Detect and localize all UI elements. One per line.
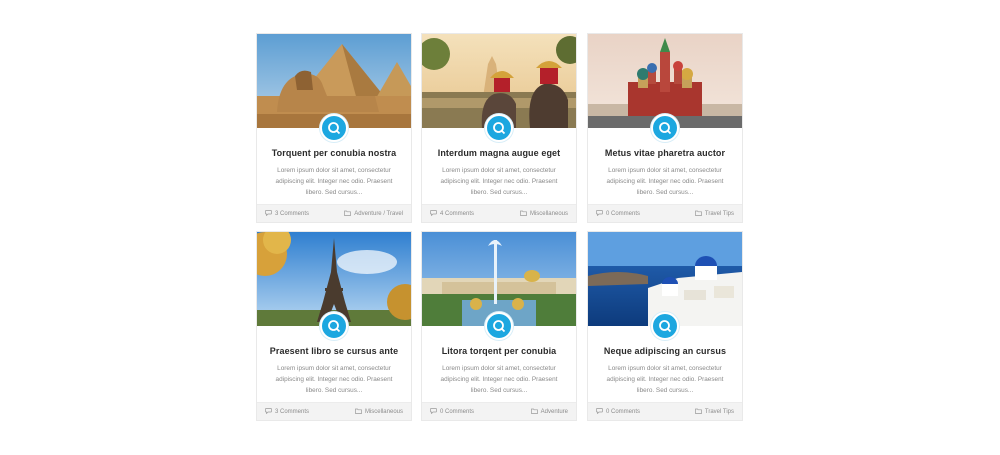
post-excerpt: Lorem ipsum dolor sit amet, consectetur … <box>606 365 724 394</box>
folder-icon <box>520 210 527 216</box>
post-footer: 0 Comments Travel Tips <box>588 402 742 420</box>
comment-icon <box>265 210 272 216</box>
category-link[interactable]: Travel Tips <box>695 408 734 415</box>
comments-link[interactable]: 0 Comments <box>430 408 474 415</box>
comment-icon <box>265 408 272 414</box>
quote-icon <box>328 320 341 333</box>
post-title[interactable]: Neque adipiscing an cursus <box>588 346 742 356</box>
post-excerpt: Lorem ipsum dolor sit amet, consectetur … <box>606 167 724 196</box>
folder-icon <box>355 408 362 414</box>
folder-icon <box>695 210 702 216</box>
post-excerpt: Lorem ipsum dolor sit amet, consectetur … <box>275 365 393 394</box>
category-label: Travel Tips <box>704 211 734 217</box>
post-excerpt: Lorem ipsum dolor sit amet, consectetur … <box>440 365 558 394</box>
post-excerpt: Lorem ipsum dolor sit amet, consectetur … <box>440 167 558 196</box>
comments-count: 3 Comments <box>275 211 310 217</box>
comments-link[interactable]: 0 Comments <box>596 408 640 415</box>
quote-icon <box>493 320 506 333</box>
post-footer: 3 Comments Adventure / Travel <box>257 204 411 222</box>
comments-count: 0 Comments <box>606 409 641 415</box>
post-title[interactable]: Torquent per conubia nostra <box>257 148 411 158</box>
comments-count: 0 Comments <box>606 211 641 217</box>
quote-icon <box>659 122 672 135</box>
comments-count: 0 Comments <box>440 409 475 415</box>
comments-link[interactable]: 4 Comments <box>430 210 474 217</box>
post-title[interactable]: Interdum magna augue eget <box>422 148 576 158</box>
post-format-badge <box>651 312 679 340</box>
post-title[interactable]: Metus vitae pharetra auctor <box>588 148 742 158</box>
post-title[interactable]: Litora torqent per conubia <box>422 346 576 356</box>
post-excerpt: Lorem ipsum dolor sit amet, consectetur … <box>275 167 393 196</box>
post-card[interactable]: Litora torqent per conubia Lorem ipsum d… <box>421 231 577 421</box>
comment-icon <box>596 210 603 216</box>
comment-icon <box>430 408 437 414</box>
comments-link[interactable]: 0 Comments <box>596 210 640 217</box>
post-format-badge <box>485 312 513 340</box>
post-card[interactable]: Interdum magna augue eget Lorem ipsum do… <box>421 33 577 223</box>
post-footer: 0 Comments Adventure <box>422 402 576 420</box>
post-footer: 4 Comments Miscellaneous <box>422 204 576 222</box>
post-format-badge <box>651 114 679 142</box>
quote-icon <box>328 122 341 135</box>
category-link[interactable]: Adventure / Travel <box>344 210 403 217</box>
post-card[interactable]: Praesent libro se cursus ante Lorem ipsu… <box>256 231 412 421</box>
post-footer: 0 Comments Travel Tips <box>588 204 742 222</box>
post-format-badge <box>485 114 513 142</box>
folder-icon <box>344 210 352 216</box>
post-title[interactable]: Praesent libro se cursus ante <box>257 346 411 356</box>
category-link[interactable]: Travel Tips <box>695 210 734 217</box>
comments-count: 4 Comments <box>440 211 475 217</box>
post-format-badge <box>320 114 348 142</box>
folder-icon <box>530 408 538 414</box>
category-label: Miscellaneous <box>364 409 403 415</box>
quote-icon <box>659 320 672 333</box>
category-label: Miscellaneous <box>529 211 568 217</box>
quote-icon <box>493 122 506 135</box>
category-link[interactable]: Adventure <box>530 408 568 415</box>
category-link[interactable]: Miscellaneous <box>520 210 568 217</box>
folder-icon <box>695 408 702 414</box>
post-card[interactable]: Metus vitae pharetra auctor Lorem ipsum … <box>587 33 743 223</box>
comment-icon <box>430 210 437 216</box>
comments-link[interactable]: 3 Comments <box>265 408 309 415</box>
comment-icon <box>596 408 603 414</box>
post-format-badge <box>320 312 348 340</box>
comments-link[interactable]: 3 Comments <box>265 210 309 217</box>
comments-count: 3 Comments <box>275 409 310 415</box>
post-footer: 3 Comments Miscellaneous <box>257 402 411 420</box>
category-label: Adventure <box>540 409 568 415</box>
post-card[interactable]: Torquent per conubia nostra Lorem ipsum … <box>256 33 412 223</box>
category-label: Adventure / Travel <box>354 211 403 217</box>
category-label: Travel Tips <box>704 409 734 415</box>
post-card[interactable]: Neque adipiscing an cursus Lorem ipsum d… <box>587 231 743 421</box>
category-link[interactable]: Miscellaneous <box>355 408 403 415</box>
